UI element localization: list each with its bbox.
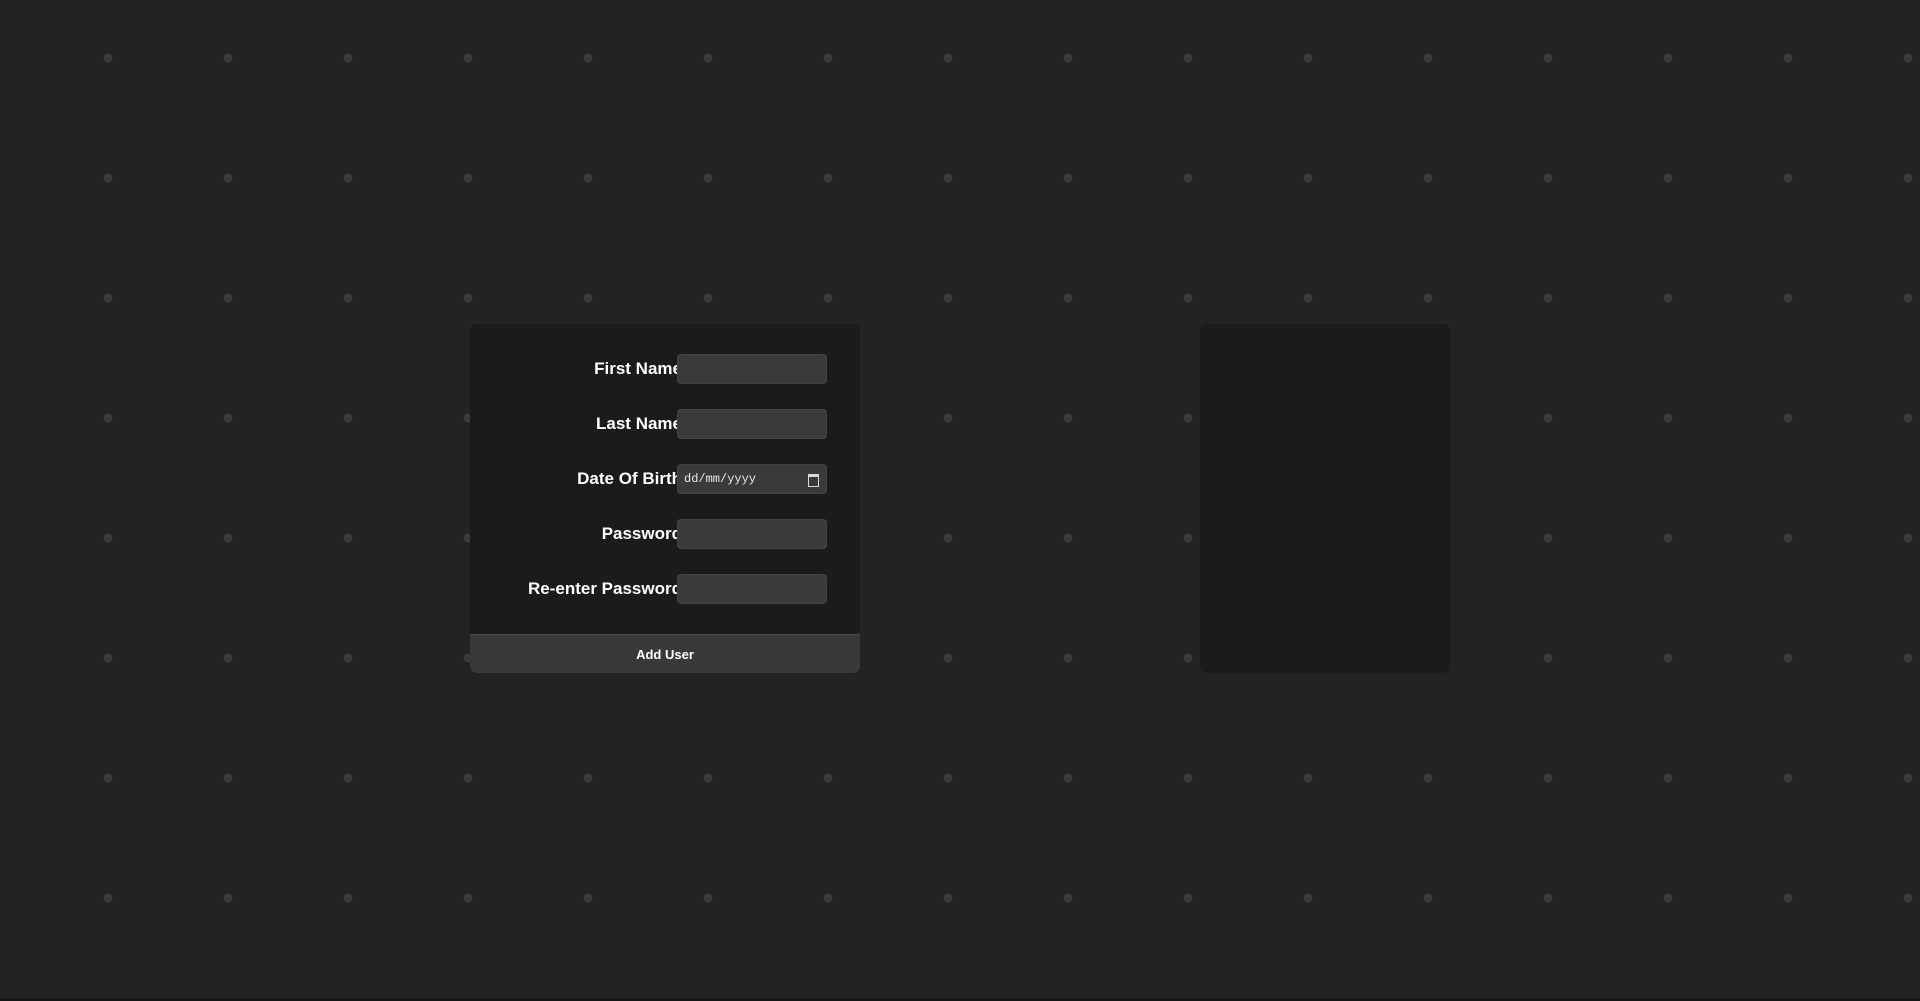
password-row: Password [470, 519, 860, 549]
page-background: { "form": { "first_name": { "label": "Fi… [0, 0, 1920, 1001]
first-name-input[interactable] [677, 354, 827, 384]
reenter-password-label: Re-enter Password [528, 579, 682, 598]
first-name-row: First Name [470, 354, 860, 384]
reenter-password-row: Re-enter Password [470, 574, 860, 604]
password-input[interactable] [677, 519, 827, 549]
password-label: Password [601, 524, 682, 543]
reenter-password-input[interactable] [677, 574, 827, 604]
add-user-form: First Name Last Name Date Of Birth dd/mm… [470, 324, 860, 673]
last-name-input[interactable] [677, 409, 827, 439]
user-list-panel [1200, 324, 1450, 673]
first-name-label: First Name [594, 359, 682, 378]
date-of-birth-row: Date Of Birth dd/mm/yyyy [470, 464, 860, 494]
date-of-birth-label: Date Of Birth [577, 469, 682, 488]
date-of-birth-input[interactable]: dd/mm/yyyy [677, 464, 827, 494]
calendar-icon[interactable] [808, 474, 819, 487]
date-of-birth-placeholder: dd/mm/yyyy [684, 472, 757, 486]
last-name-row: Last Name [470, 409, 860, 439]
add-user-button[interactable]: Add User [470, 634, 860, 673]
last-name-label: Last Name [596, 414, 682, 433]
